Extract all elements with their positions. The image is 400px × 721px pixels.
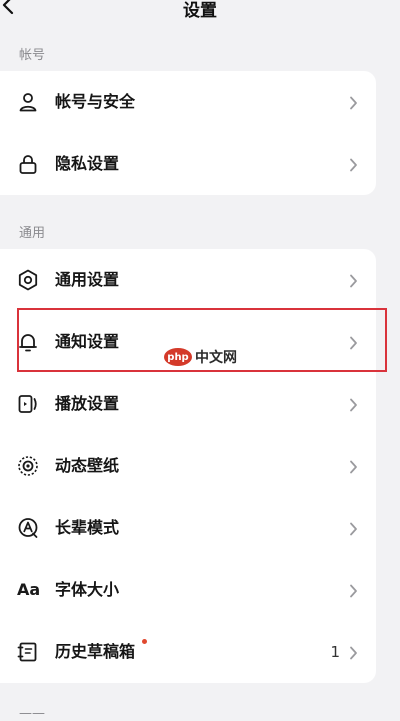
- account-security-item[interactable]: 帐号与安全: [0, 71, 376, 133]
- item-label: 隐私设置: [55, 154, 120, 173]
- font-size-item[interactable]: Aa 字体大小: [0, 559, 376, 621]
- draft-count: 1: [330, 643, 340, 661]
- drafts-icon: [16, 640, 40, 664]
- chevron-right-icon: [349, 583, 358, 598]
- draft-history-item[interactable]: 历史草稿箱 1: [0, 621, 376, 683]
- general-card: 通用设置 通知设置 播放设置 动态壁纸 长辈模式 Aa 字体大小 历史草稿箱 1: [0, 249, 376, 683]
- item-label: 历史草稿箱: [55, 642, 136, 661]
- unread-dot: [142, 639, 147, 644]
- dynamic-wallpaper-item[interactable]: 动态壁纸: [0, 435, 376, 497]
- elder-mode-item[interactable]: 长辈模式: [0, 497, 376, 559]
- chevron-right-icon: [349, 645, 358, 660]
- item-label: 动态壁纸: [55, 456, 120, 475]
- playback-settings-item[interactable]: 播放设置: [0, 373, 376, 435]
- page-title: 设置: [183, 1, 217, 21]
- item-label: 通知设置: [55, 332, 120, 351]
- item-label: 通用设置: [55, 270, 120, 289]
- general-settings-item[interactable]: 通用设置: [0, 249, 376, 311]
- chevron-right-icon: [349, 157, 358, 172]
- chevron-right-icon: [349, 95, 358, 110]
- bell-icon: [16, 330, 40, 354]
- item-label: 帐号与安全: [55, 92, 136, 111]
- chevron-right-icon: [349, 335, 358, 350]
- play-settings-icon: [16, 392, 40, 416]
- gear-icon: [16, 268, 40, 292]
- chevron-right-icon: [349, 273, 358, 288]
- section-label-account: 帐号: [19, 48, 46, 63]
- section-label-cutoff: ——: [19, 706, 45, 721]
- elder-mode-icon: [16, 516, 40, 540]
- chevron-right-icon: [349, 459, 358, 474]
- section-label-general: 通用: [19, 226, 46, 241]
- wallpaper-icon: [16, 454, 40, 478]
- font-size-icon: Aa: [17, 580, 41, 599]
- item-label: 字体大小: [55, 580, 120, 599]
- lock-icon: [16, 152, 40, 176]
- privacy-settings-item[interactable]: 隐私设置: [0, 133, 376, 195]
- user-icon: [16, 90, 40, 114]
- item-label: 长辈模式: [55, 518, 120, 537]
- item-label: 播放设置: [55, 394, 120, 413]
- account-card: 帐号与安全 隐私设置: [0, 71, 376, 195]
- chevron-right-icon: [349, 397, 358, 412]
- notification-settings-item[interactable]: 通知设置: [0, 311, 376, 373]
- chevron-right-icon: [349, 521, 358, 536]
- top-bar: 设置: [0, 0, 400, 22]
